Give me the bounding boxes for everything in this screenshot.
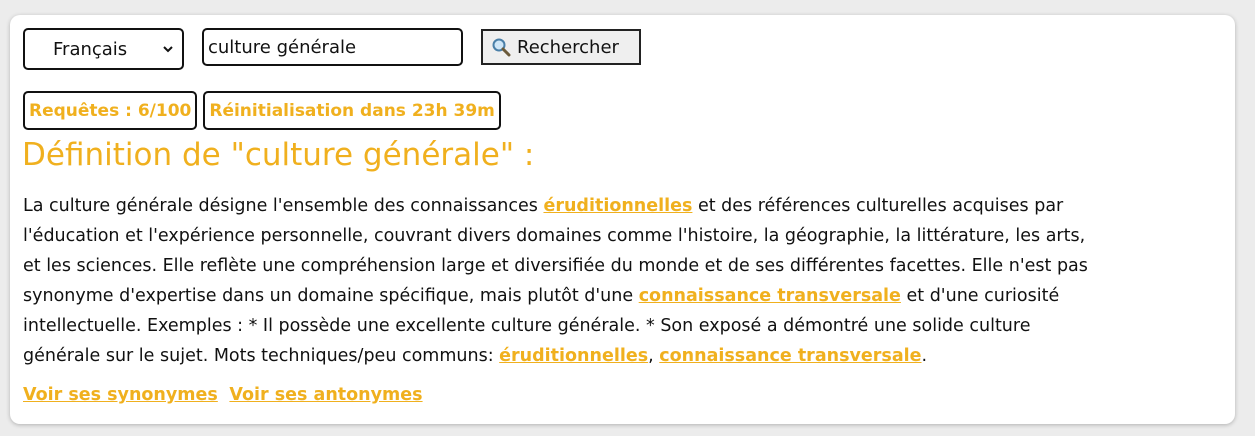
antonyms-link[interactable]: Voir ses antonymes: [229, 385, 422, 405]
synonyms-link[interactable]: Voir ses synonymes: [23, 385, 218, 405]
definition-line: générale sur le sujet. Mots techniques/p…: [23, 341, 1223, 371]
language-select-value: Français: [53, 38, 128, 60]
definition-line: l'éducation et l'expérience personnelle,…: [23, 226, 1086, 246]
quota-badges: Requêtes : 6/100 Réinitialisation dans 2…: [23, 91, 507, 130]
definition-title: Définition de "culture générale" :: [22, 137, 535, 173]
keyword-link-connaissance-transversale[interactable]: connaissance transversale: [639, 286, 901, 306]
search-button-label: Rechercher: [517, 36, 619, 58]
definition-line: et les sciences. Elle reflète une compré…: [23, 256, 1088, 276]
technical-term-link-eruditionnelles[interactable]: éruditionnelles: [499, 346, 648, 366]
dictionary-card: Français culture générale Rechercher Req…: [10, 15, 1235, 424]
definition-text-segment: La culture générale désigne l'ensemble d…: [23, 196, 544, 216]
search-button[interactable]: Rechercher: [481, 29, 641, 65]
technical-term-link-connaissance-transversale[interactable]: connaissance transversale: [659, 346, 921, 366]
definition-text-segment: et d'une curiosité: [900, 286, 1060, 306]
keyword-link-eruditionnelles[interactable]: éruditionnelles: [543, 196, 692, 216]
requests-badge: Requêtes : 6/100: [23, 91, 198, 130]
definition-text-segment: synonyme d'expertise dans un domaine spé…: [23, 286, 639, 306]
definition-text-segment: générale sur le sujet. Mots techniques/p…: [23, 346, 500, 366]
definition-line: intellectuelle. Exemples : * Il possède …: [23, 316, 1031, 336]
definition-separator: ,: [648, 346, 660, 366]
definition-line: La culture générale désigne l'ensemble d…: [23, 191, 1223, 221]
search-input[interactable]: culture générale: [202, 28, 463, 66]
definition-text: La culture générale désigne l'ensemble d…: [23, 191, 1223, 371]
related-links: Voir ses synonymes Voir ses antonymes: [23, 385, 429, 405]
search-bar: Français culture générale Rechercher: [23, 28, 641, 70]
search-input-value: culture générale: [208, 36, 357, 58]
reset-badge: Réinitialisation dans 23h 39m: [203, 91, 501, 130]
magnifier-icon: [492, 38, 511, 57]
language-select[interactable]: Français: [23, 28, 184, 70]
definition-line: synonyme d'expertise dans un domaine spé…: [23, 281, 1223, 311]
definition-text-segment: et des références culturelles acquises p…: [692, 196, 1064, 216]
chevron-down-icon: [163, 46, 173, 53]
definition-end-period: .: [921, 346, 928, 366]
